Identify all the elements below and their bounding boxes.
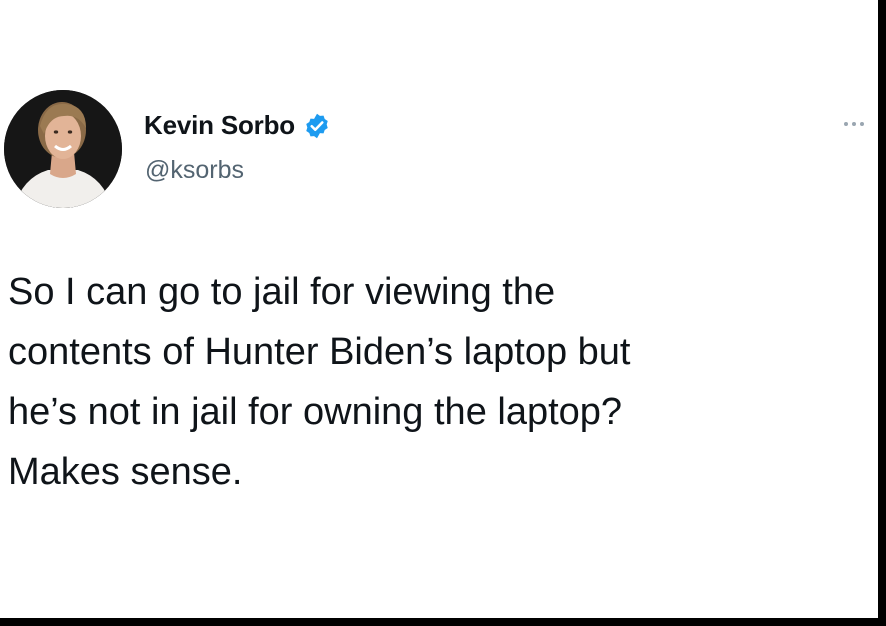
avatar[interactable]	[4, 90, 122, 208]
more-dot	[860, 122, 864, 126]
tweet-text-line: he’s not in jail for owning the laptop?	[8, 391, 623, 433]
author-name-row: Kevin Sorbo	[144, 110, 331, 141]
more-horizontal-icon[interactable]	[840, 118, 868, 130]
more-dot	[844, 122, 848, 126]
tweet-card: Kevin Sorbo @ksorbs So I can go to jail …	[0, 0, 878, 618]
tweet-text-line: So I can go to jail for viewing the	[8, 271, 556, 313]
author-display-name[interactable]: Kevin Sorbo	[144, 110, 295, 141]
author-handle[interactable]: @ksorbs	[145, 156, 244, 185]
more-dot	[852, 122, 856, 126]
verified-badge-icon	[306, 113, 328, 138]
tweet-text: So I can go to jail for viewing the cont…	[8, 262, 868, 502]
tweet-text-line: contents of Hunter Biden’s laptop but	[8, 331, 631, 373]
tweet-text-line: Makes sense.	[8, 451, 243, 493]
avatar-image	[4, 90, 122, 208]
